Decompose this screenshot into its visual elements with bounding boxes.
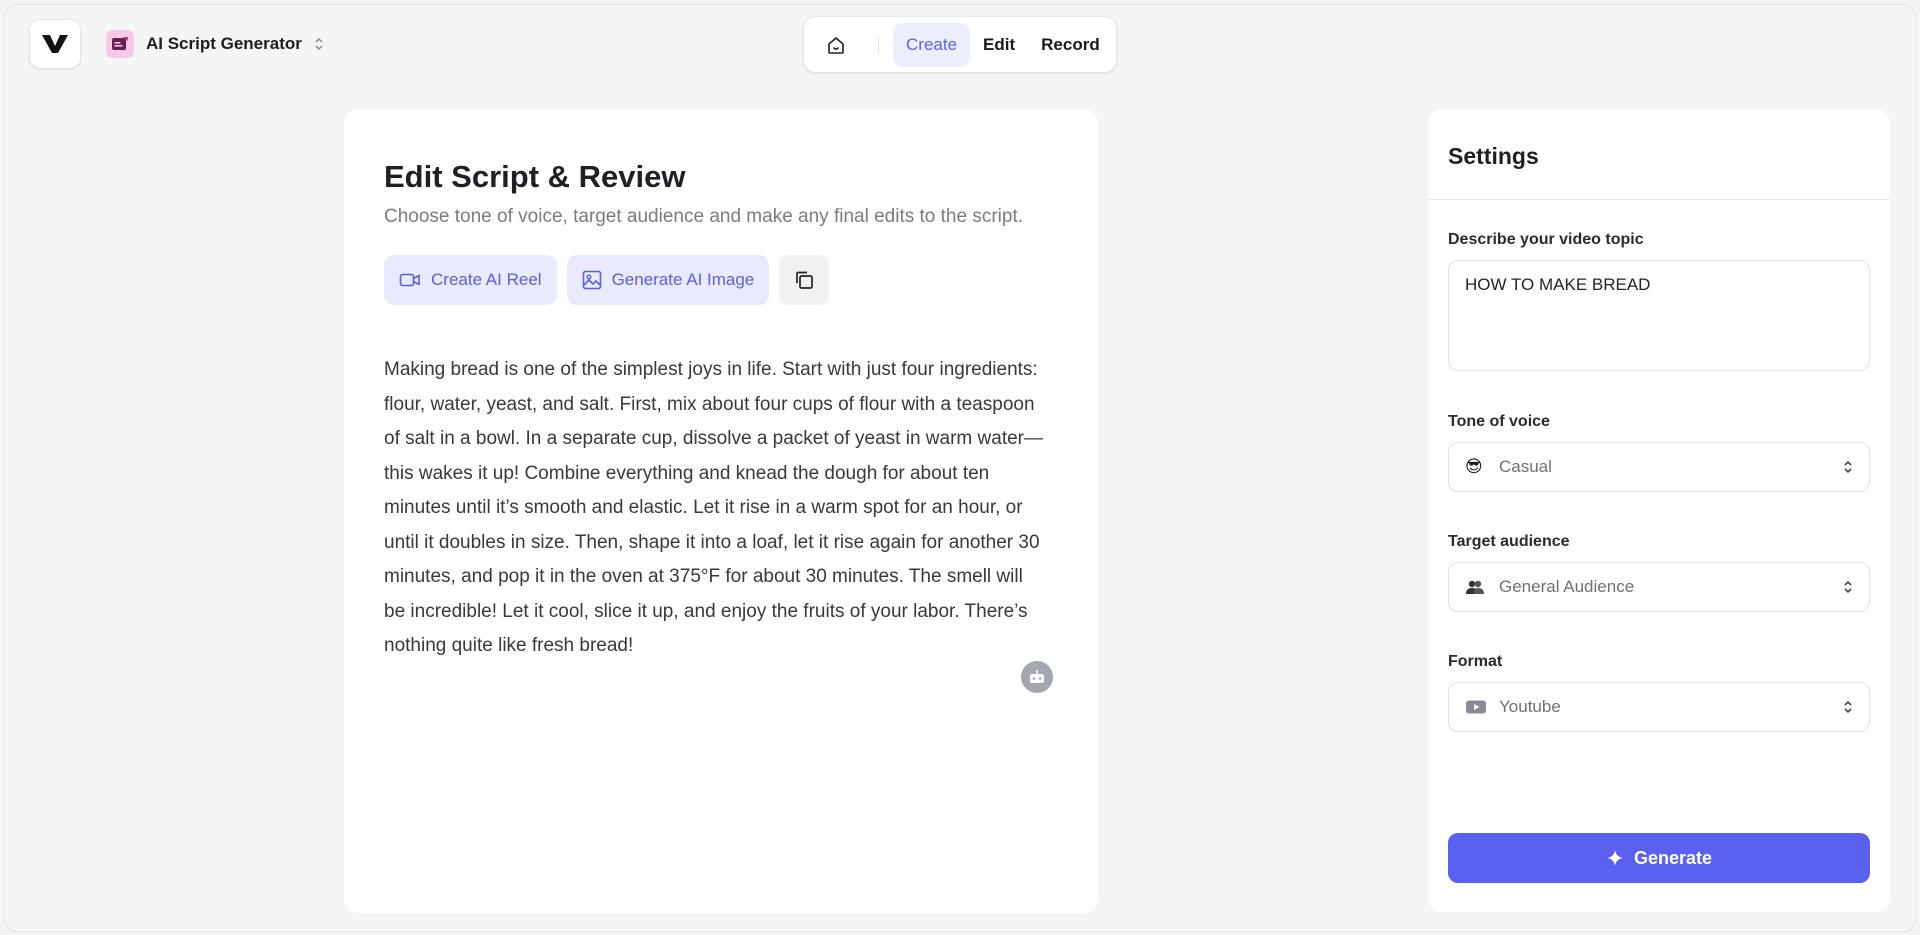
generate-ai-image-button[interactable]: Generate AI Image: [566, 255, 770, 305]
copy-button[interactable]: [779, 255, 830, 305]
top-navigation: Create Edit Record: [804, 17, 1116, 72]
chevron-updown-icon: [314, 36, 324, 52]
video-topic-input[interactable]: [1448, 260, 1870, 371]
audience-select[interactable]: General Audience: [1448, 562, 1870, 612]
generate-button[interactable]: Generate: [1448, 833, 1870, 883]
logo-icon: [42, 35, 68, 53]
generate-ai-image-label: Generate AI Image: [611, 270, 755, 289]
tab-edit[interactable]: Edit: [970, 23, 1028, 67]
chevron-updown-icon: [1843, 699, 1853, 715]
tone-select[interactable]: 😎 Casual: [1448, 442, 1870, 492]
audience-label: Target audience: [1448, 533, 1570, 550]
app-switcher[interactable]: AI Script Generator: [106, 30, 324, 58]
topic-label: Describe your video topic: [1448, 231, 1644, 248]
people-icon: [1465, 579, 1487, 595]
chevron-updown-icon: [1843, 459, 1853, 475]
script-editor-card: Edit Script & Review Choose tone of voic…: [344, 109, 1098, 913]
home-icon: [828, 36, 844, 54]
tone-label: Tone of voice: [1448, 413, 1550, 430]
tab-create[interactable]: Create: [893, 22, 971, 67]
nav-divider: [878, 35, 879, 54]
create-ai-reel-button[interactable]: Create AI Reel: [384, 255, 557, 305]
script-app-icon: [106, 30, 134, 58]
audience-value: General Audience: [1499, 577, 1635, 596]
home-button[interactable]: [814, 23, 858, 67]
settings-divider: [1428, 199, 1890, 200]
editor-actions: Create AI Reel Generate AI Image: [384, 255, 830, 305]
ai-assistant-button[interactable]: [1021, 661, 1053, 693]
format-select[interactable]: Youtube: [1448, 682, 1870, 732]
generate-label: Generate: [1633, 847, 1713, 868]
script-text-editor[interactable]: Making bread is one of the simplest joys…: [384, 353, 1044, 664]
sparkle-icon: [1606, 850, 1623, 866]
sunglasses-icon: 😎: [1465, 457, 1483, 476]
format-label: Format: [1448, 653, 1503, 670]
youtube-icon: [1465, 699, 1487, 715]
robot-icon: [1030, 670, 1044, 683]
logo-button[interactable]: [30, 20, 80, 68]
image-icon: [582, 270, 601, 290]
tone-value: Casual: [1499, 457, 1552, 476]
format-value: Youtube: [1499, 697, 1561, 716]
create-ai-reel-label: Create AI Reel: [431, 270, 542, 289]
copy-icon: [796, 271, 814, 289]
video-camera-icon: [399, 273, 420, 287]
page-title: Edit Script & Review: [384, 159, 686, 194]
chevron-updown-icon: [1843, 579, 1853, 595]
settings-title: Settings: [1448, 143, 1539, 169]
app-name: AI Script Generator: [146, 34, 302, 53]
page-subtitle: Choose tone of voice, target audience an…: [384, 206, 1023, 227]
settings-panel: Settings Describe your video topic Tone …: [1428, 109, 1890, 912]
tab-record[interactable]: Record: [1028, 23, 1113, 67]
